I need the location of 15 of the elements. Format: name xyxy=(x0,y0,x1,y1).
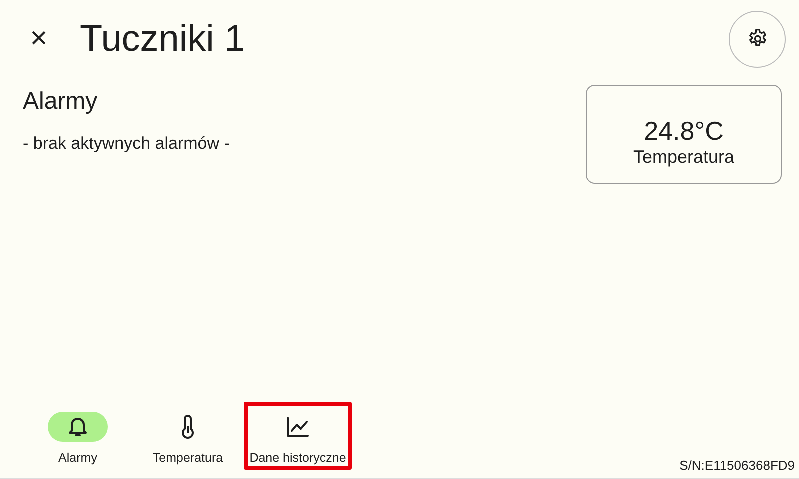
line-chart-icon xyxy=(286,416,310,438)
bell-icon xyxy=(68,416,88,438)
thermometer-icon xyxy=(181,415,195,439)
section-heading: Alarmy xyxy=(23,88,99,116)
page-title: Tuczniki 1 xyxy=(80,18,246,60)
settings-button[interactable] xyxy=(729,10,786,68)
temperature-tile[interactable]: 24.8°C Temperatura xyxy=(586,85,782,184)
tile-label: Temperatura xyxy=(633,146,735,168)
serial-number: S/N:E11506368FD9 xyxy=(680,458,795,473)
nav-tab[interactable]: Temperatura xyxy=(134,402,242,470)
nav-tab[interactable]: Alarmy xyxy=(24,402,132,470)
nav-tab[interactable]: Dane historyczne xyxy=(244,402,352,470)
close-button[interactable]: × xyxy=(24,24,54,54)
empty-message: - brak aktywnych alarmów - xyxy=(23,134,231,154)
tile-value: 24.8°C xyxy=(644,116,724,146)
